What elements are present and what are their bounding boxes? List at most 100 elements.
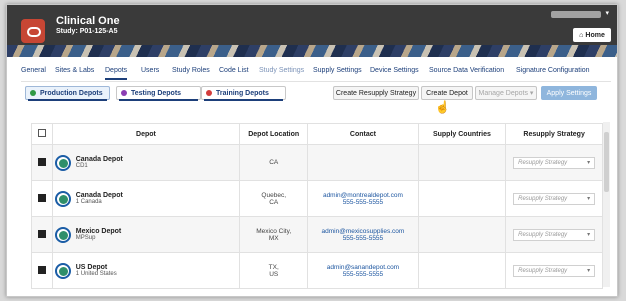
home-icon: ⌂: [579, 31, 584, 39]
depot-cell: Mexico Depot MPSup: [51, 216, 241, 253]
depot-name: Mexico Depot: [75, 228, 122, 235]
resupply-strategy-select[interactable]: Resupply Strategy ▾: [513, 156, 596, 169]
resupply-strategy-select[interactable]: Resupply Strategy ▾: [513, 192, 596, 205]
resupply-cell: Resupply Strategy ▾: [505, 216, 603, 253]
table-row[interactable]: US Depot 1 United States TX, US admin@sana…: [31, 252, 603, 289]
location-line1: Mexico City,: [256, 227, 292, 235]
depot-icon: [54, 226, 71, 243]
decorative-banner: [7, 45, 617, 57]
depot-cell: Canada Depot CD1: [51, 144, 241, 181]
location-line2: CA: [269, 198, 279, 206]
depot-icon: [54, 262, 71, 279]
tab-depots[interactable]: Depots: [105, 67, 128, 80]
row-checkbox[interactable]: [37, 265, 46, 274]
tab-study-settings[interactable]: Study Settings: [259, 67, 304, 74]
location-line1: Quebec,: [261, 191, 286, 199]
contact-email[interactable]: admin@sanandepot.com: [309, 264, 416, 271]
supply-countries-cell: [417, 180, 507, 217]
top-bar: Clinical One Study: P01-125-A5 ▾ ⌂ Home: [7, 5, 617, 45]
contact-phone: 555-555-5555: [342, 234, 384, 242]
tab-sites-labs[interactable]: Sites & Labs: [55, 67, 94, 74]
tab-general[interactable]: General: [21, 67, 46, 74]
oracle-logo-icon: [21, 19, 45, 43]
settings-tabs: General Sites & Labs Depots Users Study …: [21, 67, 611, 80]
tab-users[interactable]: Users: [141, 67, 159, 74]
hand-cursor-icon: ☝: [435, 100, 450, 114]
depot-name: Canada Depot: [75, 156, 123, 163]
location-line1: CA: [269, 159, 279, 166]
resupply-placeholder: Resupply Strategy: [518, 159, 568, 166]
location-line2: MX: [268, 234, 279, 242]
testing-depots-label: Testing Depots: [131, 89, 182, 97]
app-title: Clinical One: [56, 15, 120, 27]
tab-signature-configuration[interactable]: Signature Configuration: [516, 67, 590, 74]
resupply-placeholder: Resupply Strategy: [518, 267, 568, 274]
resupply-cell: Resupply Strategy ▾: [505, 180, 603, 217]
resupply-strategy-select[interactable]: Resupply Strategy ▾: [513, 228, 596, 241]
user-menu-chevron-icon[interactable]: ▾: [605, 9, 609, 17]
chevron-down-icon: ▾: [587, 159, 591, 166]
depot-name: US Depot: [75, 264, 108, 271]
training-dot-icon: [206, 90, 212, 96]
chevron-down-icon: ▾: [587, 267, 591, 274]
resupply-placeholder: Resupply Strategy: [518, 195, 568, 202]
tab-supply-settings[interactable]: Supply Settings: [313, 67, 362, 74]
production-depots-label: Production Depots: [40, 89, 103, 97]
row-select[interactable]: [31, 252, 53, 289]
table-row[interactable]: Mexico Depot MPSup Mexico City, MX admin@m…: [31, 216, 603, 253]
supply-countries-header: Supply Countries: [417, 123, 507, 145]
apply-settings-button[interactable]: Apply Settings: [541, 86, 597, 100]
testing-depots-tab[interactable]: Testing Depots: [116, 86, 201, 101]
app-window: Clinical One Study: P01-125-A5 ▾ ⌂ Home …: [6, 4, 618, 297]
production-depots-tab[interactable]: Production Depots: [25, 86, 110, 101]
row-checkbox[interactable]: [37, 193, 46, 202]
select-all-header[interactable]: [31, 123, 53, 145]
row-select[interactable]: [31, 180, 53, 217]
select-all-checkbox[interactable]: [37, 129, 46, 137]
manage-depots-label: Manage Depots: [478, 89, 528, 97]
depot-header: Depot: [51, 123, 241, 145]
row-select[interactable]: [31, 144, 53, 181]
supply-countries-cell: [417, 144, 507, 181]
table-header-row: Depot Depot Location Contact Supply Coun…: [31, 123, 603, 145]
table-row[interactable]: Canada Depot CD1 CA Resupply Strategy ▾: [31, 144, 603, 181]
location-line1: TX,: [268, 263, 279, 271]
create-resupply-strategy-button[interactable]: Create Resupply Strategy: [333, 86, 419, 100]
location-header: Depot Location: [239, 123, 309, 145]
contact-cell: [307, 144, 419, 181]
row-checkbox[interactable]: [37, 229, 46, 238]
contact-email[interactable]: admin@mexicosupplies.com: [309, 228, 416, 235]
contact-phone: 555-555-5555: [342, 198, 384, 206]
home-button[interactable]: ⌂ Home: [573, 28, 611, 42]
depot-id: 1 Canada: [75, 199, 102, 205]
contact-phone: 555-555-5555: [342, 270, 384, 278]
training-depots-tab[interactable]: Training Depots: [201, 86, 286, 101]
location-cell: Quebec, CA: [239, 180, 309, 217]
supply-countries-cell: [417, 216, 507, 253]
tab-study-roles[interactable]: Study Roles: [172, 67, 210, 74]
depot-id: CD1: [75, 163, 88, 169]
user-name[interactable]: [551, 11, 601, 18]
row-select[interactable]: [31, 216, 53, 253]
tab-source-data-verification[interactable]: Source Data Verification: [429, 67, 504, 74]
row-checkbox[interactable]: [37, 157, 46, 166]
scrollbar-thumb[interactable]: [604, 132, 609, 192]
contact-email[interactable]: admin@montrealdepot.com: [309, 192, 416, 199]
testing-dot-icon: [121, 90, 127, 96]
tab-divider: [21, 81, 611, 82]
resupply-strategy-header: Resupply Strategy: [505, 123, 603, 145]
supply-countries-cell: [417, 252, 507, 289]
depot-cell: US Depot 1 United States: [51, 252, 241, 289]
location-cell: TX, US: [239, 252, 309, 289]
table-row[interactable]: Canada Depot 1 Canada Quebec, CA admin@mon…: [31, 180, 603, 217]
chevron-down-icon: ▾: [527, 90, 534, 97]
resupply-strategy-select[interactable]: Resupply Strategy ▾: [513, 264, 596, 277]
tab-code-list[interactable]: Code List: [219, 67, 249, 74]
vertical-scrollbar[interactable]: [603, 122, 610, 287]
depots-table: Depot Depot Location Contact Supply Coun…: [31, 123, 603, 289]
depot-icon: [54, 190, 71, 207]
create-depot-button[interactable]: Create Depot: [421, 86, 473, 100]
tab-device-settings[interactable]: Device Settings: [370, 67, 419, 74]
contact-cell: admin@sanandepot.com 555-555-5555: [307, 252, 419, 289]
manage-depots-button[interactable]: Manage Depots ▾: [475, 86, 537, 100]
